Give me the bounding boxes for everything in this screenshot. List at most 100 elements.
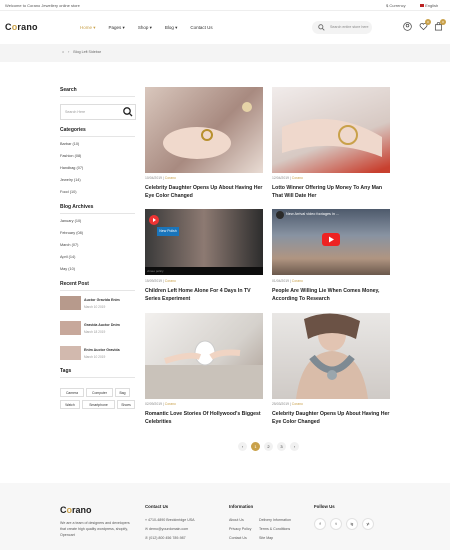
phone-icon: ✆: [145, 536, 149, 540]
youtube-icon[interactable]: yt: [362, 518, 374, 530]
recent-post-link[interactable]: Enim Auctor Gravida: [84, 348, 120, 352]
video-title-badge: New Polish: [157, 227, 179, 236]
language-selector[interactable]: English: [420, 3, 438, 8]
tag[interactable]: Computer: [86, 388, 113, 397]
necklace-model-photo: [296, 313, 368, 399]
instagram-icon[interactable]: ig: [346, 518, 358, 530]
categories-title: Categories: [60, 127, 86, 133]
tag[interactable]: Smartphone: [82, 400, 115, 409]
home-icon[interactable]: ⌂: [62, 50, 64, 54]
footer-link[interactable]: About Us: [229, 518, 244, 522]
post-title[interactable]: Lotto Winner Offering Up Money To Any Ma…: [272, 184, 392, 200]
category-item[interactable]: Barbar (10): [60, 142, 79, 146]
video-caption: vimeo policy: [147, 269, 164, 273]
mail-icon: ✉: [145, 527, 149, 531]
wishlist-badge: 0: [425, 19, 431, 25]
recent-post-thumb[interactable]: [60, 296, 81, 310]
archive-item[interactable]: March (07): [60, 243, 78, 247]
search-input[interactable]: Search entire store here: [330, 25, 369, 29]
sidebar-search-input[interactable]: Search Here: [65, 110, 85, 114]
welcome-text: Welcome to Corano Jewellery online store: [5, 3, 80, 8]
pagination-page[interactable]: 2: [264, 442, 273, 451]
recent-post-link[interactable]: Auctor Gravida Enim: [84, 298, 120, 302]
archive-item[interactable]: January (10): [60, 219, 81, 223]
main-nav: Home ▾ Pages ▾ Shop ▾ Blog ▾ Contact Us: [80, 25, 213, 31]
category-item[interactable]: Handbag (07): [60, 166, 83, 170]
recent-post-thumb[interactable]: [60, 346, 81, 360]
post-image[interactable]: [272, 87, 390, 173]
tags-title: Tags: [60, 368, 72, 374]
post-image[interactable]: [145, 87, 263, 173]
footer-link[interactable]: Privacy Policy: [229, 527, 251, 531]
nav-pages[interactable]: Pages ▾: [109, 25, 125, 31]
post-image[interactable]: [272, 313, 390, 399]
breadcrumb-current: Blog Left Sidebar: [73, 50, 101, 54]
pagination-page[interactable]: 1: [251, 442, 260, 451]
flag-icon: [420, 4, 424, 8]
footer-phone[interactable]: ✆ (012) 800 456 789-987: [145, 536, 186, 540]
pagination-page[interactable]: 3: [277, 442, 286, 451]
category-item[interactable]: Fashion (08): [60, 154, 81, 158]
twitter-icon[interactable]: t: [330, 518, 342, 530]
divider: [60, 136, 135, 137]
video-player[interactable]: New Polish vimeo policy: [145, 209, 263, 275]
play-button-icon[interactable]: [322, 233, 340, 246]
post-title[interactable]: Celebrity Daughter Opens Up About Having…: [145, 184, 265, 200]
footer-logo[interactable]: Corano: [60, 505, 92, 515]
user-icon[interactable]: [403, 22, 412, 31]
nav-home[interactable]: Home ▾: [80, 25, 96, 31]
sidebar-search-button[interactable]: [120, 104, 136, 120]
video-player[interactable]: New Arrival video footages in ...: [272, 209, 390, 275]
breadcrumb: ⌂ › Blog Left Sidebar: [62, 50, 101, 54]
category-item[interactable]: Jewelry (14): [60, 178, 81, 182]
post-title[interactable]: Children Left Home Alone For 4 Days In T…: [145, 287, 265, 303]
recent-post-date: March 18 2019: [84, 330, 106, 334]
pagination-next[interactable]: ›: [290, 442, 299, 451]
post-title[interactable]: Celebrity Daughter Opens Up About Having…: [272, 410, 392, 426]
cart-badge: 0: [440, 19, 446, 25]
footer-link[interactable]: Site Map: [259, 536, 273, 540]
header-search[interactable]: Search entire store here: [312, 21, 372, 34]
footer-link[interactable]: Delivery Information: [259, 518, 291, 522]
divider: [60, 290, 135, 291]
post-title[interactable]: Romantic Love Stories Of Hollywood's Big…: [145, 410, 265, 426]
post-meta: 01/04/2019 | Corano: [272, 279, 303, 283]
archive-item[interactable]: February (08): [60, 231, 83, 235]
nav-blog[interactable]: Blog ▾: [165, 25, 178, 31]
post-image[interactable]: [145, 313, 263, 399]
nav-contact[interactable]: Contact Us: [190, 25, 212, 31]
search-icon[interactable]: [318, 24, 325, 31]
footer-follow-title: Follow Us: [314, 504, 335, 509]
tag[interactable]: Camera: [60, 388, 84, 397]
archives-title: Blog Archives: [60, 204, 94, 210]
tag[interactable]: Bag: [115, 388, 130, 397]
facebook-icon[interactable]: f: [314, 518, 326, 530]
nav-shop[interactable]: Shop ▾: [138, 25, 152, 31]
pagination-prev[interactable]: ‹: [238, 442, 247, 451]
recent-post-thumb[interactable]: [60, 321, 81, 335]
post-title[interactable]: People Are Willing Lie When Comes Money,…: [272, 287, 392, 303]
archive-item[interactable]: April (14): [60, 255, 75, 259]
archive-item[interactable]: May (10): [60, 267, 75, 271]
sidebar-search-title: Search: [60, 87, 77, 93]
play-button-icon[interactable]: [149, 215, 159, 225]
footer-info-title: Information: [229, 504, 254, 509]
channel-icon: [276, 211, 284, 219]
tag[interactable]: Shoes: [117, 400, 135, 409]
tag[interactable]: Watch: [60, 400, 80, 409]
footer-link[interactable]: Contact Us: [229, 536, 247, 540]
footer-link[interactable]: Terms & Conditions: [259, 527, 290, 531]
post-meta: 10/04/2019 | Corano: [145, 176, 176, 180]
logo[interactable]: Corano: [5, 22, 38, 32]
footer-email[interactable]: ✉ demo@yourdomain.com: [145, 527, 188, 531]
recent-post-link[interactable]: Gravida Auctor Dnim: [84, 323, 120, 327]
category-item[interactable]: Food (10): [60, 190, 76, 194]
video-title: New Arrival video footages in ...: [286, 212, 340, 216]
post-meta: 15/09/2019 | Corano: [145, 279, 176, 283]
bracelet-photo: [282, 119, 382, 157]
recent-post-date: March 10 2019: [84, 355, 106, 359]
divider: [60, 377, 135, 378]
ring-hand-photo: [163, 102, 252, 159]
currency-selector[interactable]: $ Currency: [386, 3, 406, 8]
breadcrumb-separator: ›: [68, 50, 70, 54]
